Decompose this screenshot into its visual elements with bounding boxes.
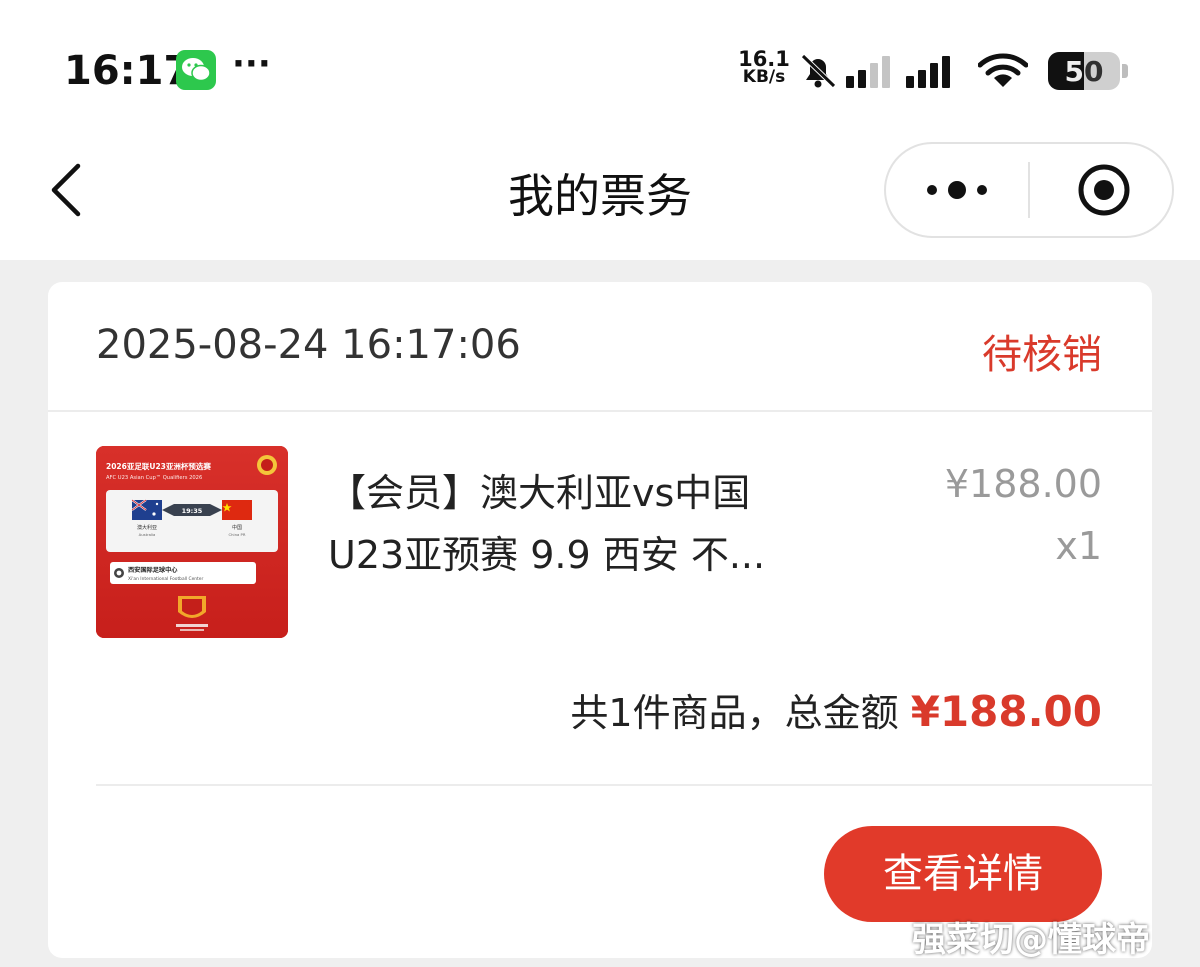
network-speed-value: 16.1 bbox=[738, 47, 790, 71]
product-title[interactable]: 【会员】澳大利亚vs中国 U23亚预赛 9.9 西安 不... bbox=[328, 462, 808, 586]
status-time: 16:17 bbox=[64, 48, 192, 94]
thumb-header-en: AFC U23 Asian Cup™ Qualifiers 2026 bbox=[106, 475, 202, 481]
battery-icon: 50 bbox=[1048, 52, 1120, 90]
watermark: 强菜切@懂球帝 bbox=[912, 920, 1150, 960]
thumb-kickoff: 19:35 bbox=[182, 507, 203, 515]
battery-level: 50 bbox=[1064, 55, 1104, 88]
thumb-header-cn: 2026亚足联U23亚洲杯预选赛 bbox=[106, 461, 211, 471]
thumb-team-left-cn: 澳大利亚 bbox=[137, 524, 157, 531]
close-miniprogram-button[interactable] bbox=[1030, 144, 1172, 236]
thumb-team-right-en: China PR bbox=[229, 532, 246, 537]
network-speed-unit: KB/s bbox=[742, 67, 786, 87]
order-card: 2025-08-24 16:17:06 待核销 2026亚足联U23亚洲杯预选赛… bbox=[48, 282, 1152, 958]
miniprogram-capsule bbox=[884, 142, 1174, 238]
wechat-notification-icon bbox=[176, 50, 216, 90]
card-divider-bottom bbox=[96, 784, 1152, 786]
total-amount: ¥188.00 bbox=[910, 687, 1102, 736]
order-summary: 共1件商品，总金额 ¥188.00 bbox=[570, 682, 1102, 737]
signal-sim2-icon bbox=[906, 54, 962, 92]
order-status-badge: 待核销 bbox=[982, 332, 1102, 378]
more-menu-button[interactable] bbox=[886, 144, 1028, 236]
product-title-line1: 【会员】澳大利亚vs中国 bbox=[328, 471, 751, 515]
quantity: x1 bbox=[1055, 524, 1102, 568]
battery-tip bbox=[1122, 64, 1128, 78]
thumb-venue-en: Xi'an International Football Center bbox=[128, 576, 203, 582]
product-thumbnail[interactable]: 2026亚足联U23亚洲杯预选赛 AFC U23 Asian Cup™ Qual… bbox=[96, 446, 288, 638]
network-speed: 16.1 KB/s bbox=[736, 47, 792, 87]
more-dots-icon bbox=[927, 181, 987, 199]
navigation-bar: 我的票务 bbox=[0, 130, 1200, 260]
view-details-button[interactable]: 查看详情 bbox=[824, 826, 1102, 922]
product-title-line2: U23亚预赛 9.9 西安 不... bbox=[328, 533, 766, 577]
thumb-team-left-en: Australia bbox=[139, 532, 156, 537]
signal-sim1-icon bbox=[846, 54, 900, 92]
summary-prefix: 共1件商品，总金额 bbox=[570, 691, 899, 735]
target-circle-icon bbox=[1078, 164, 1130, 216]
order-datetime: 2025-08-24 16:17:06 bbox=[96, 322, 521, 368]
thumb-team-right-cn: 中国 bbox=[232, 524, 242, 531]
more-notifications-icon: ··· bbox=[232, 44, 271, 84]
thumb-venue-cn: 西安国际足球中心 bbox=[128, 566, 178, 574]
wifi-icon bbox=[977, 53, 1029, 93]
card-divider-top bbox=[48, 410, 1152, 412]
mute-bell-icon bbox=[798, 52, 838, 94]
unit-price: ¥188.00 bbox=[944, 462, 1102, 506]
status-bar: 16:17 ··· 16.1 KB/s 50 bbox=[0, 0, 1200, 130]
